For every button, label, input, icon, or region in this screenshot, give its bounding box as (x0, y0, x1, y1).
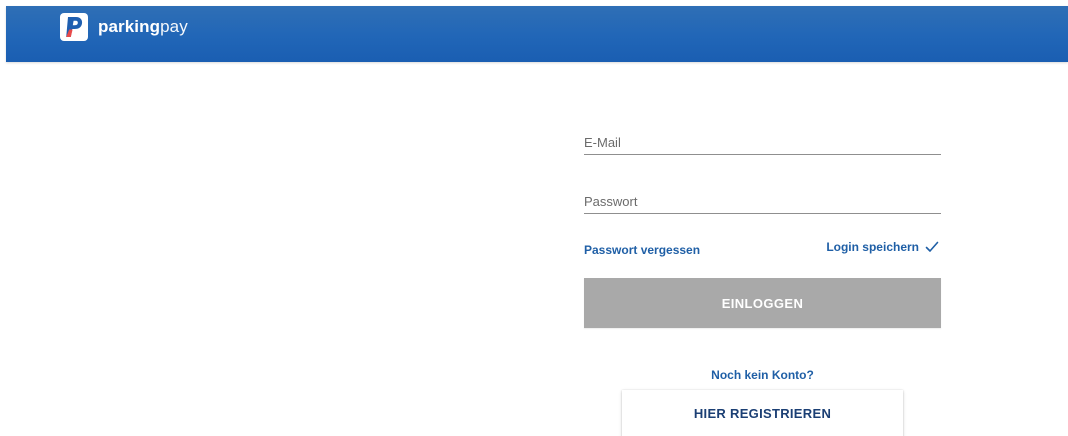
email-field-container (584, 128, 941, 155)
login-form: Passwort vergessen Login speichern EINLO… (584, 128, 941, 436)
register-button[interactable]: HIER REGISTRIEREN (622, 390, 903, 436)
brand-name-bold: parking (98, 17, 161, 36)
remember-login-toggle[interactable]: Login speichern (826, 240, 939, 254)
brand-name: parkingpay (98, 17, 188, 37)
parkingpay-p-logo-icon (60, 13, 88, 41)
checkmark-icon (925, 240, 939, 254)
brand-logo[interactable]: parkingpay (60, 13, 188, 41)
login-page: parkingpay Passwort vergessen Login spei… (0, 0, 1068, 436)
password-field-container (584, 187, 941, 214)
app-header: parkingpay (6, 6, 1068, 62)
brand-name-light: pay (160, 17, 188, 36)
remember-login-label: Login speichern (826, 240, 919, 254)
email-field[interactable] (584, 132, 941, 152)
forgot-password-link[interactable]: Passwort vergessen (584, 243, 700, 257)
login-button[interactable]: EINLOGGEN (584, 278, 941, 328)
login-options-row: Passwort vergessen Login speichern (584, 240, 941, 260)
password-field[interactable] (584, 191, 941, 211)
no-account-prompt: Noch kein Konto? (711, 368, 814, 382)
